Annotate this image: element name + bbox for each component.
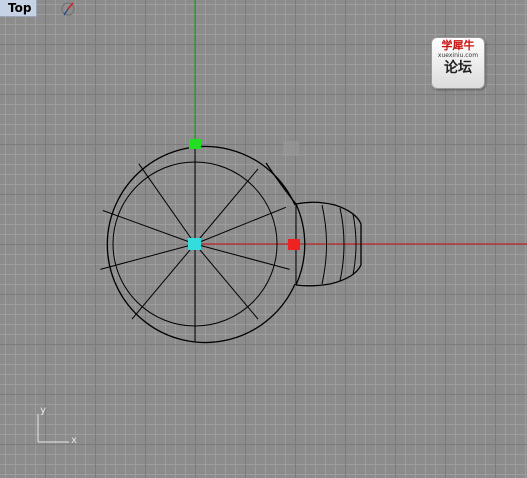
y-gumball-handle[interactable] — [189, 139, 201, 149]
faint-selection-marker — [283, 141, 299, 156]
isocurve-spoke — [100, 243, 196, 270]
world-axes-gizmo — [37, 414, 69, 443]
isocurve-spoke — [102, 210, 196, 245]
watermark-subtitle: 论坛 — [444, 60, 472, 76]
gizmo-y-label: y — [40, 405, 47, 416]
isocurve-spoke — [194, 206, 287, 245]
cup-handle-neck — [265, 162, 297, 205]
viewport-title-tab[interactable]: Top — [0, 0, 38, 17]
forum-watermark-logo: 学犀牛 xuexiniu.com 论坛 — [431, 37, 485, 89]
watermark-url: xuexiniu.com — [437, 52, 479, 59]
isocurve-spoke — [194, 243, 259, 320]
watermark-title: 学犀牛 — [441, 39, 475, 52]
isocurve-spoke — [138, 163, 196, 245]
top-viewport[interactable]: Top 学犀牛 xuexiniu.com 论坛 y x — [0, 0, 527, 478]
viewport-navigation-icon[interactable] — [58, 0, 78, 18]
isocurve-spoke — [194, 168, 259, 245]
x-gumball-handle[interactable] — [288, 239, 300, 250]
gizmo-x-label: x — [71, 435, 78, 446]
pivot-point-handle[interactable] — [188, 238, 201, 250]
